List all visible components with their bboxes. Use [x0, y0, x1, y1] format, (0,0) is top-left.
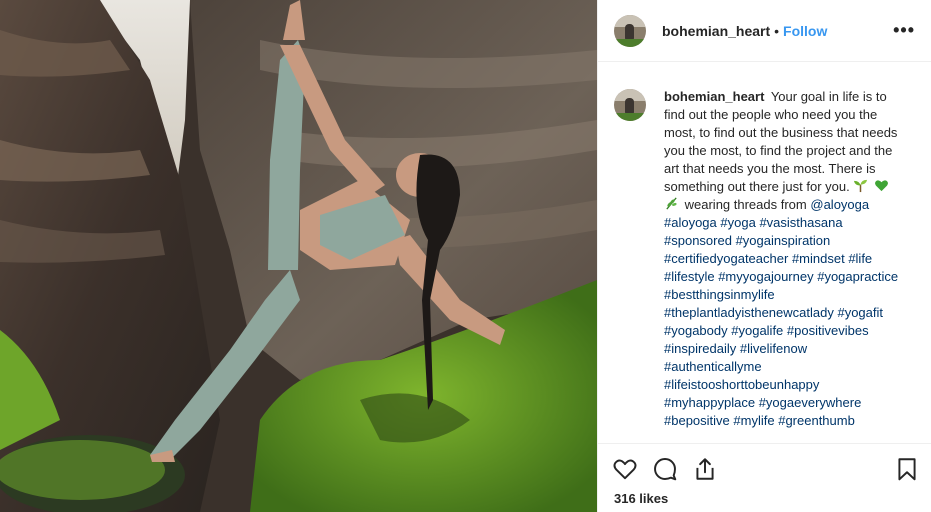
hashtag-list: #aloyoga #yoga #vasisthasana #sponsored … [664, 215, 898, 428]
hashtag-link[interactable]: #yogafit [837, 305, 883, 320]
seedling-emoji [853, 179, 874, 194]
hashtag-link[interactable]: #life [848, 251, 872, 266]
hashtag-link[interactable]: #inspiredaily [664, 341, 736, 356]
comment-icon[interactable] [652, 456, 678, 487]
mention-link[interactable]: @aloyoga [810, 197, 869, 212]
hashtag-link[interactable]: #mindset [792, 251, 845, 266]
hashtag-link[interactable]: #yogabody [664, 323, 728, 338]
hashtag-link[interactable]: #yogaeverywhere [759, 395, 862, 410]
separator-dot: • [774, 22, 780, 39]
hashtag-link[interactable]: #myyogajourney [718, 269, 813, 284]
hashtag-link[interactable]: #yogainspiration [736, 233, 831, 248]
hashtag-link[interactable]: #yoga [720, 215, 755, 230]
likes-count[interactable]: 316 likes [614, 491, 668, 506]
action-bar: 316 likes [598, 443, 931, 512]
hashtag-link[interactable]: #certifiedyogateacher [664, 251, 788, 266]
bookmark-icon[interactable] [894, 456, 920, 487]
hashtag-link[interactable]: #livelifenow [740, 341, 807, 356]
herb-emoji [664, 197, 685, 212]
hashtag-link[interactable]: #yogapractice [817, 269, 898, 284]
hashtag-link[interactable]: #vasisthasana [759, 215, 842, 230]
hashtag-link[interactable]: #greenthumb [778, 413, 855, 428]
hashtag-link[interactable]: #lifeistooshorttobeunhappy [664, 377, 819, 392]
share-icon[interactable] [692, 456, 718, 487]
hashtag-link[interactable]: #yogalife [731, 323, 783, 338]
heart-icon[interactable] [612, 456, 638, 487]
hashtag-link[interactable]: #myhappyplace [664, 395, 755, 410]
hashtag-link[interactable]: #positivevibes [787, 323, 869, 338]
green-heart-emoji [874, 179, 891, 194]
hashtag-link[interactable]: #mylife [733, 413, 774, 428]
more-options-icon[interactable]: ••• [893, 21, 915, 39]
caption-scroll-area[interactable]: bohemian_heart Your goal in life is to f… [598, 62, 931, 443]
hashtag-link[interactable]: #bepositive [664, 413, 730, 428]
hashtag-link[interactable]: #aloyoga [664, 215, 717, 230]
caption-username[interactable]: bohemian_heart [664, 89, 764, 104]
caption-after-emoji: wearing threads from [684, 197, 807, 212]
hashtag-link[interactable]: #sponsored [664, 233, 732, 248]
caption: bohemian_heart Your goal in life is to f… [664, 88, 904, 430]
post-header: bohemian_heart • Follow ••• [598, 0, 931, 62]
yoga-canyon-photo [0, 0, 597, 512]
hashtag-link[interactable]: #bestthingsinmylife [664, 287, 775, 302]
hashtag-link[interactable]: #theplantladyisthenewcatlady [664, 305, 834, 320]
hashtag-link[interactable]: #lifestyle [664, 269, 715, 284]
caption-avatar[interactable] [614, 89, 646, 121]
post-panel: bohemian_heart • Follow ••• bohemian_hea… [597, 0, 931, 512]
follow-button[interactable]: Follow [783, 23, 827, 39]
hashtag-link[interactable]: #authenticallyme [664, 359, 762, 374]
avatar[interactable] [614, 14, 646, 47]
post-photo[interactable] [0, 0, 597, 512]
username-link[interactable]: bohemian_heart [662, 23, 770, 39]
